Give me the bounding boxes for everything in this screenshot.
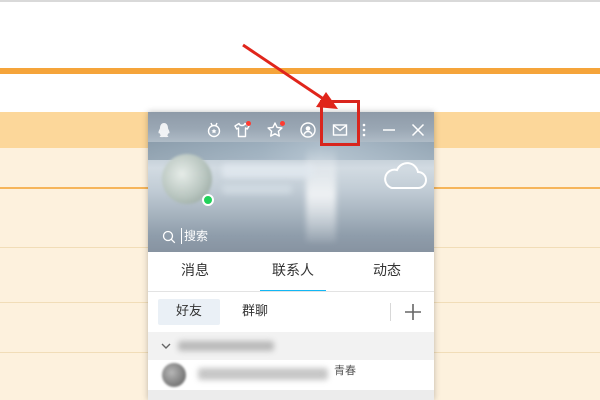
add-icon[interactable] xyxy=(402,301,424,323)
signature-redacted[interactable] xyxy=(222,184,292,194)
search-input[interactable]: 搜索 xyxy=(184,228,208,244)
qq-main-panel: 搜索 消息 联系人 动态 好友 群聊 青春 xyxy=(148,112,434,400)
online-status-icon[interactable] xyxy=(202,194,214,206)
header-background-glare xyxy=(306,147,336,242)
close-icon[interactable] xyxy=(408,120,428,140)
page-orange-divider xyxy=(0,68,600,74)
tab-updates[interactable]: 动态 xyxy=(356,252,418,292)
main-tabs: 消息 联系人 动态 xyxy=(148,252,434,292)
notification-dot xyxy=(280,121,285,126)
group-name-redacted xyxy=(178,341,274,351)
page-top-border xyxy=(0,0,600,2)
tab-contacts[interactable]: 联系人 xyxy=(260,252,326,292)
contact-signature-tail: 青春 xyxy=(334,364,356,377)
medal-icon[interactable] xyxy=(204,120,224,140)
subtab-groups[interactable]: 群聊 xyxy=(224,299,286,325)
shirt-icon[interactable] xyxy=(232,120,252,140)
list-item[interactable] xyxy=(148,390,434,400)
star-icon[interactable] xyxy=(265,120,285,140)
search-icon xyxy=(162,230,176,244)
subtab-friends[interactable]: 好友 xyxy=(158,299,220,325)
chevron-down-icon xyxy=(161,343,171,349)
contact-name-redacted xyxy=(198,368,328,380)
contact-avatar[interactable] xyxy=(162,363,186,387)
qq-penguin-icon[interactable] xyxy=(154,120,174,140)
friend-group-header[interactable] xyxy=(148,332,434,360)
weather-cloud-icon[interactable] xyxy=(380,160,428,192)
profile-header: 搜索 xyxy=(148,112,434,252)
friend-icon[interactable] xyxy=(298,120,318,140)
tab-messages[interactable]: 消息 xyxy=(164,252,226,292)
notification-dot xyxy=(246,121,251,126)
list-item[interactable]: 青春 xyxy=(148,360,434,390)
nickname-redacted[interactable] xyxy=(222,164,314,178)
search-caret xyxy=(181,228,182,244)
contact-subtabs: 好友 群聊 xyxy=(148,292,434,332)
mail-highlight-box xyxy=(320,100,360,146)
minimize-icon[interactable] xyxy=(379,120,399,140)
subtab-separator xyxy=(390,303,391,321)
